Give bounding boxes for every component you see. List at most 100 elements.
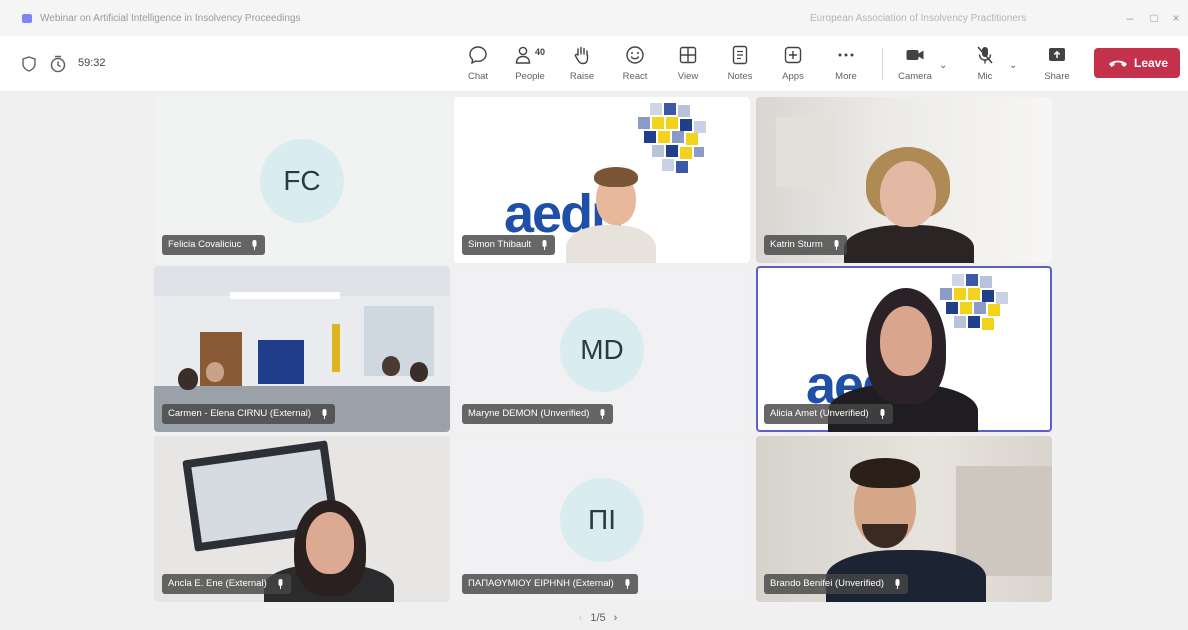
ellipsis-icon — [838, 53, 854, 57]
more-button[interactable]: More — [824, 42, 868, 88]
pager-next-chevron-icon[interactable]: › — [614, 612, 618, 624]
raise-hand-button[interactable]: Raise — [560, 42, 604, 88]
participant-video-background — [776, 117, 836, 187]
pager-prev-chevron-icon[interactable]: ‹ — [579, 612, 583, 624]
share-label: Share — [1044, 71, 1070, 82]
participant-video-body — [844, 225, 974, 263]
chat-label: Chat — [467, 71, 489, 82]
apps-button[interactable]: Apps — [771, 42, 815, 88]
mic-button[interactable]: Mic ⌄ — [963, 42, 1017, 88]
participant-video-face — [880, 306, 932, 376]
react-button[interactable]: React — [613, 42, 657, 88]
room-ceiling-light — [230, 292, 340, 299]
participant-video-face — [880, 161, 936, 227]
people-label: People — [515, 71, 545, 82]
participant-name-tag: Katrin Sturm — [764, 235, 847, 255]
participant-name: Simon Thibault — [468, 239, 532, 250]
participant-tile[interactable]: ΠΙ ΠΑΠΑΘΥΜΙΟΥ ΕΙΡΗΝΗ (External) — [454, 436, 750, 602]
notes-icon — [732, 45, 748, 65]
camera-icon — [906, 50, 924, 60]
meeting-timer: 59:32 — [78, 57, 106, 69]
room-eu-flag-banner — [258, 340, 304, 384]
participant-tile[interactable]: Ancla E. Ene (External) — [154, 436, 450, 602]
close-icon[interactable]: × — [1168, 10, 1184, 26]
mic-options-chevron-icon[interactable]: ⌄ — [1009, 60, 1017, 71]
maximize-icon[interactable]: □ — [1146, 10, 1162, 26]
window-title: Webinar on Artificial Intelligence in In… — [40, 13, 301, 24]
participant-tile[interactable]: aedn Simon Thibault — [454, 97, 750, 263]
mic-icon — [252, 240, 257, 250]
mic-icon — [625, 579, 630, 589]
view-label: View — [677, 71, 699, 82]
participant-name-tag: Felicia Covaliciuc — [162, 235, 266, 255]
window-org-name: European Association of Insolvency Pract… — [810, 13, 1027, 24]
participant-name-tag: Carmen - Elena CIRNU (External) — [162, 404, 336, 424]
pager-label: 1/5 — [590, 612, 606, 624]
meeting-toolbar: 59:32 Chat 40 People Raise React View No… — [0, 36, 1188, 92]
participant-video-face — [306, 512, 354, 574]
camera-label: Camera — [898, 71, 932, 82]
leave-button[interactable]: Leave — [1094, 48, 1180, 78]
participant-tile-active-speaker[interactable]: aedn Alicia Amet (Unverified) — [756, 266, 1052, 432]
participant-video-body — [566, 225, 656, 263]
people-count-badge: 40 — [535, 47, 546, 57]
mic-icon — [322, 409, 327, 419]
participant-avatar: ΠΙ — [560, 478, 644, 562]
participant-name: Felicia Covaliciuc — [168, 239, 242, 250]
participant-name-tag: Ancla E. Ene (External) — [162, 574, 291, 594]
participant-name-tag: Alicia Amet (Unverified) — [764, 404, 893, 424]
camera-button[interactable]: Camera ⌄ — [893, 42, 947, 88]
participant-avatar: FC — [260, 139, 344, 223]
window-title-bar: Webinar on Artificial Intelligence in In… — [0, 0, 1188, 36]
react-label: React — [622, 71, 648, 82]
participant-name: Maryne DEMON (Unverified) — [468, 408, 590, 419]
mic-icon — [895, 579, 900, 589]
room-door — [200, 332, 242, 392]
share-button[interactable]: Share — [1035, 42, 1079, 88]
share-screen-icon — [1049, 48, 1065, 61]
raise-hand-icon — [574, 46, 589, 65]
view-button[interactable]: View — [666, 42, 710, 88]
notes-label: Notes — [727, 71, 753, 82]
participant-tile[interactable]: MD Maryne DEMON (Unverified) — [454, 266, 750, 432]
participant-video-beard — [862, 524, 908, 548]
participant-video-hair — [850, 458, 920, 488]
participant-name-tag: ΠΑΠΑΘΥΜΙΟΥ ΕΙΡΗΝΗ (External) — [462, 574, 638, 594]
plus-apps-icon — [784, 46, 802, 64]
chat-icon — [469, 46, 487, 65]
participant-avatar: MD — [560, 308, 644, 392]
notes-button[interactable]: Notes — [718, 42, 762, 88]
grid-view-icon — [679, 46, 697, 64]
toolbar-divider — [882, 48, 883, 80]
attendee-head — [382, 356, 400, 376]
hang-up-phone-icon — [1109, 60, 1127, 67]
apps-label: Apps — [782, 71, 804, 82]
participant-tile[interactable]: Brando Benifei (Unverified) — [756, 436, 1052, 602]
participant-tile[interactable]: Katrin Sturm — [756, 97, 1052, 263]
attendee-head — [206, 362, 224, 382]
participant-tile[interactable]: FC Felicia Covaliciuc — [154, 97, 450, 263]
participant-name: Ancla E. Ene (External) — [168, 578, 267, 589]
more-label: More — [835, 71, 857, 82]
video-stage: FC Felicia Covaliciuc aedn Simon Thibaul… — [0, 92, 1188, 630]
mic-muted-icon — [977, 46, 993, 64]
participant-name-tag: Maryne DEMON (Unverified) — [462, 404, 614, 424]
raise-label: Raise — [569, 71, 595, 82]
room-national-flag — [332, 324, 340, 372]
participant-name: ΠΑΠΑΘΥΜΙΟΥ ΕΙΡΗΝΗ (External) — [468, 578, 614, 589]
participant-name-tag: Simon Thibault — [462, 235, 556, 255]
minimize-icon[interactable]: – — [1122, 10, 1138, 26]
smiley-icon — [626, 46, 644, 64]
mic-icon — [880, 409, 885, 419]
chat-button[interactable]: Chat — [456, 42, 500, 88]
shield-icon[interactable] — [22, 56, 36, 72]
mic-icon — [542, 240, 547, 250]
participant-name-tag: Brando Benifei (Unverified) — [764, 574, 909, 594]
participant-name: Carmen - Elena CIRNU (External) — [168, 408, 312, 419]
participant-tile[interactable]: Carmen - Elena CIRNU (External) — [154, 266, 450, 432]
mic-icon — [834, 240, 839, 250]
people-button[interactable]: 40 People — [508, 42, 552, 88]
camera-options-chevron-icon[interactable]: ⌄ — [939, 60, 947, 71]
attendee-head — [178, 368, 198, 390]
mic-icon — [600, 409, 605, 419]
